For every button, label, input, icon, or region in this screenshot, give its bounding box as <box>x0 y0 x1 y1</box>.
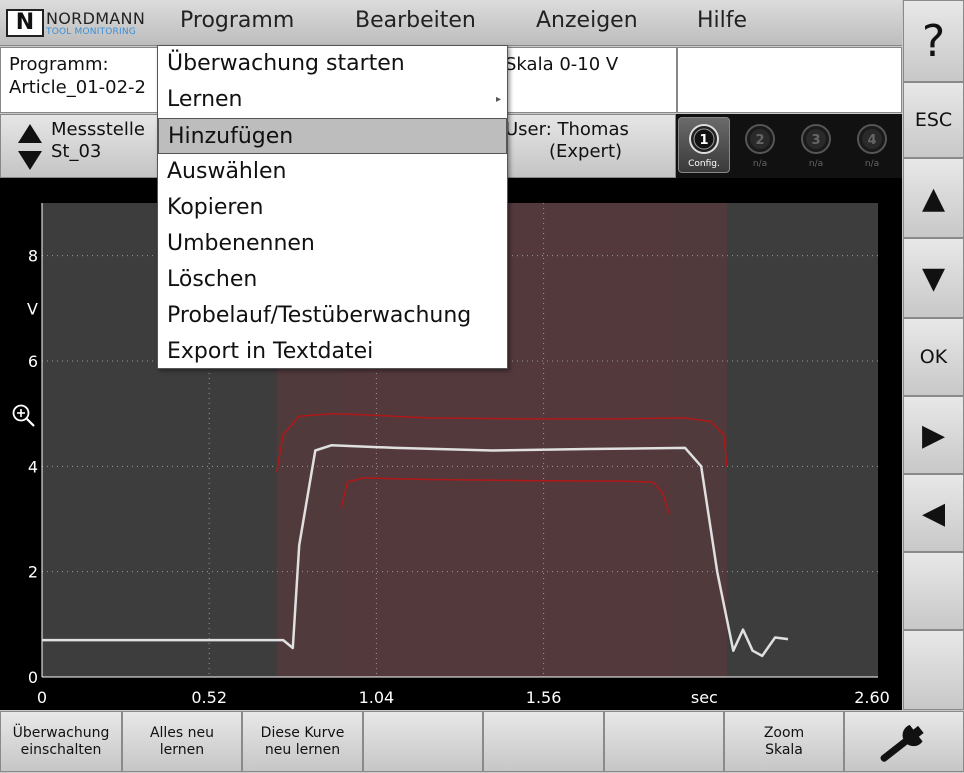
logo-mark: N <box>6 9 44 37</box>
x-tick-label: 1.56 <box>526 688 562 707</box>
measuring-point-label: Messstelle <box>51 119 145 140</box>
bottom-blank-button-2[interactable] <box>483 711 604 772</box>
channel-2-number: 2 <box>755 133 764 148</box>
bottom-blank-button-1[interactable] <box>363 711 483 772</box>
wrench-icon <box>880 724 924 762</box>
menu-bar: N NORDMANN TOOL MONITORING Programm Bear… <box>0 0 902 46</box>
down-arrow-button[interactable]: ▼ <box>903 238 964 318</box>
x-tick-label: 0.52 <box>191 688 227 707</box>
menu-programm[interactable]: Programm <box>180 8 294 33</box>
submenu-arrow-icon: ▸ <box>495 94 501 105</box>
menu-item-copy[interactable]: Kopieren <box>158 190 507 226</box>
enable-monitoring-button[interactable]: Überwachung einschalten <box>0 711 122 772</box>
measuring-point-value: St_03 <box>51 141 102 162</box>
channel-4-number: 4 <box>867 133 876 148</box>
user-role: (Expert) <box>549 141 623 162</box>
x-tick-label: 1.04 <box>359 688 395 707</box>
menu-item-delete[interactable]: Löschen <box>158 262 507 298</box>
relearn-curve-button[interactable]: Diese Kurve neu lernen <box>242 711 363 772</box>
channel-4-button[interactable]: 4 n/a <box>846 117 898 173</box>
channel-4-label: n/a <box>864 159 880 169</box>
user-panel: User: Thomas (Expert) <box>500 114 676 178</box>
program-label: Programm: <box>9 54 109 75</box>
y-axis-label: V <box>27 299 38 318</box>
menu-item-select[interactable]: Auswählen <box>158 154 507 190</box>
esc-button[interactable]: ESC <box>903 82 964 158</box>
logo-subtitle: TOOL MONITORING <box>46 27 136 37</box>
logo-name: NORDMANN <box>46 9 146 28</box>
y-tick-label: 0 <box>28 668 38 687</box>
menu-item-learn[interactable]: Lernen ▸ <box>158 82 507 118</box>
side-blank-button-2[interactable] <box>903 630 964 710</box>
x-tick-label: 0 <box>37 688 47 707</box>
y-tick-label: 6 <box>28 352 38 371</box>
channel-3-button[interactable]: 3 n/a <box>790 117 842 173</box>
channel-3-label: n/a <box>808 159 824 169</box>
user-name: User: Thomas <box>505 119 629 140</box>
y-tick-label: 8 <box>28 247 38 266</box>
program-panel: Programm: Article_01-02-2 <box>0 47 158 113</box>
scale-label: Skala 0-10 V <box>505 54 619 75</box>
zoom-scale-button[interactable]: Zoom Skala <box>724 711 844 772</box>
menu-item-rename[interactable]: Umbenennen <box>158 226 507 262</box>
program-value: Article_01-02-2 <box>9 77 146 98</box>
relearn-all-button[interactable]: Alles neu lernen <box>122 711 242 772</box>
ok-button[interactable]: OK <box>903 318 964 396</box>
channel-3-icon: 3 <box>801 124 831 154</box>
menu-item-test-run[interactable]: Probelauf/Testüberwachung <box>158 298 507 334</box>
up-down-arrows-icon <box>18 124 42 170</box>
programm-dropdown-menu: Überwachung starten Lernen ▸ Hinzufügen A… <box>157 45 508 369</box>
left-arrow-button[interactable]: ◀ <box>903 474 964 552</box>
y-tick-label: 4 <box>28 457 38 476</box>
menu-hilfe[interactable]: Hilfe <box>697 8 747 33</box>
channel-2-button[interactable]: 2 n/a <box>734 117 786 173</box>
channel-1-button[interactable]: 1 Config. <box>678 117 730 173</box>
up-arrow-button[interactable]: ▲ <box>903 158 964 238</box>
channel-2-icon: 2 <box>745 124 775 154</box>
bottom-blank-button-3[interactable] <box>604 711 724 772</box>
menu-item-add[interactable]: Hinzufügen <box>158 118 507 154</box>
settings-button[interactable] <box>844 711 964 772</box>
right-arrow-button[interactable]: ▶ <box>903 396 964 474</box>
channel-1-label: Config. <box>688 159 720 169</box>
scale-panel: Skala 0-10 V <box>500 47 677 113</box>
zoom-icon[interactable] <box>10 402 38 430</box>
channel-4-icon: 4 <box>857 124 887 154</box>
help-button[interactable]: ? <box>903 0 964 82</box>
measuring-point-selector[interactable]: Messstelle St_03 <box>0 114 158 178</box>
channel-1-icon: 1 <box>689 124 719 154</box>
channel-2-label: n/a <box>752 159 768 169</box>
side-blank-button-1[interactable] <box>903 552 964 630</box>
empty-info-panel <box>677 47 902 113</box>
x-axis-unit: sec <box>691 688 718 707</box>
menu-item-start-monitoring[interactable]: Überwachung starten <box>158 46 507 82</box>
channel-1-number: 1 <box>699 133 708 148</box>
y-tick-label: 2 <box>28 563 38 582</box>
menu-item-export-text[interactable]: Export in Textdatei <box>158 334 507 370</box>
menu-bearbeiten[interactable]: Bearbeiten <box>355 8 476 33</box>
menu-anzeigen[interactable]: Anzeigen <box>536 8 638 33</box>
x-tick-label: 2.60 <box>854 688 890 707</box>
channel-3-number: 3 <box>811 133 820 148</box>
